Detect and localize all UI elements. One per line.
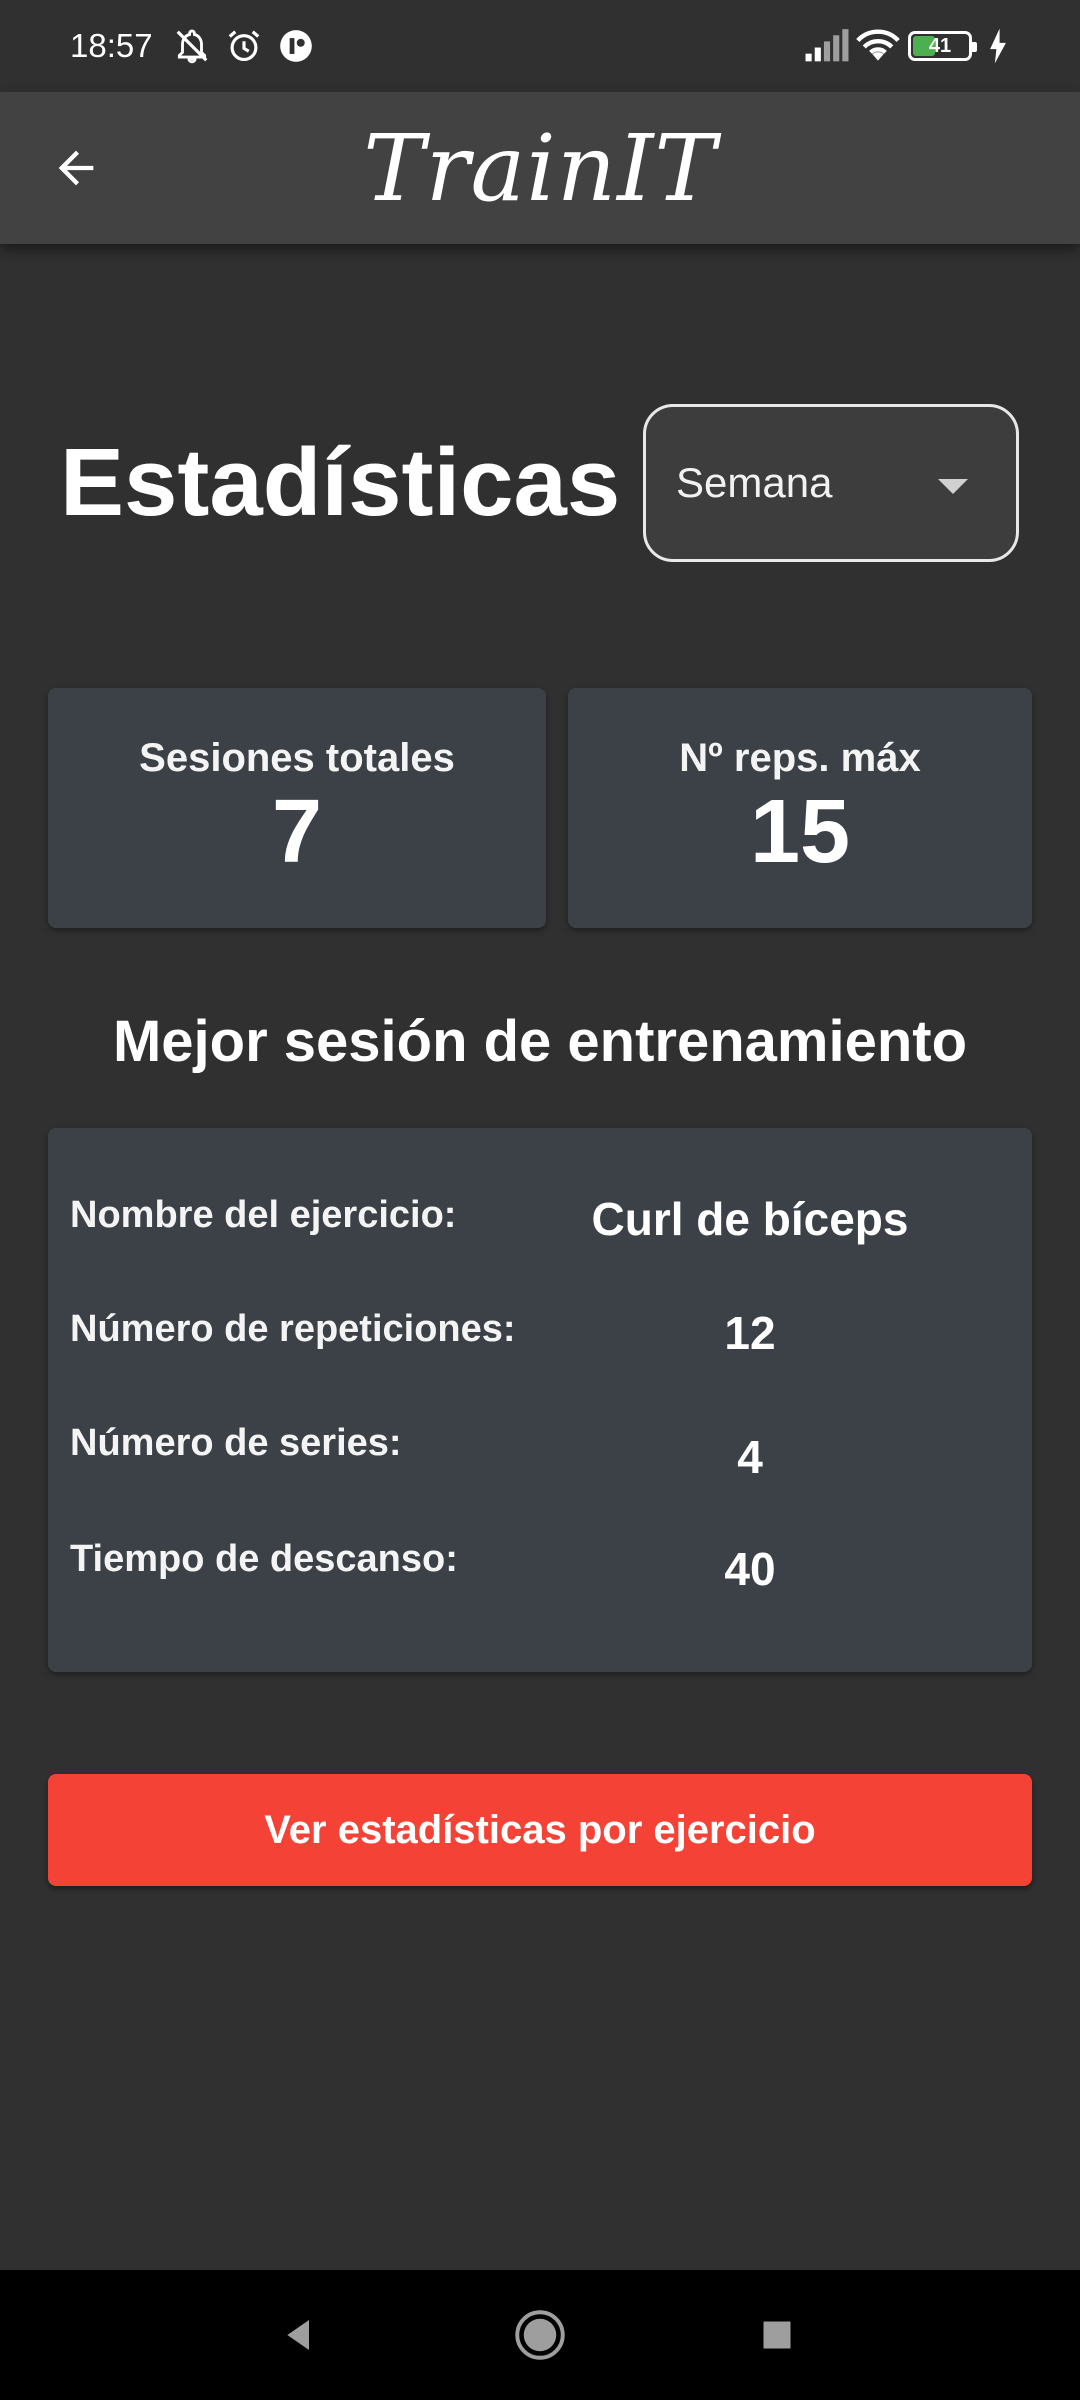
statistics-screen: 18:57 41 TrainIT Estadísticas Semana Ses…: [0, 0, 1080, 2400]
battery-icon: 41: [908, 31, 977, 61]
best-session-card: Nombre del ejercicio: Curl de bíceps Núm…: [48, 1128, 1032, 1672]
max-reps-card: Nº reps. máx 15: [568, 688, 1032, 928]
exercise-name-label: Nombre del ejercicio:: [70, 1194, 457, 1236]
rest-time-row: Tiempo de descanso: 40: [48, 1538, 1032, 1608]
total-sessions-value: 7: [271, 781, 323, 882]
repetitions-row: Número de repeticiones: 12: [48, 1307, 1032, 1378]
max-reps-value: 15: [749, 781, 851, 882]
page-title: Estadísticas: [60, 429, 621, 536]
period-select-value: Semana: [676, 459, 833, 506]
signal-icon: [804, 27, 849, 65]
exercise-stats-button[interactable]: Ver estadísticas por ejercicio: [48, 1774, 1032, 1886]
max-reps-label: Nº reps. máx: [679, 735, 921, 780]
nav-home-button[interactable]: [505, 2300, 575, 2370]
arrow-back-icon: [58, 150, 94, 186]
app-bar: TrainIT: [0, 92, 1080, 244]
exercise-name-row: Nombre del ejercicio: Curl de bíceps: [48, 1193, 1032, 1264]
total-sessions-card: Sesiones totales 7: [48, 688, 546, 928]
series-label: Número de series:: [70, 1422, 402, 1464]
best-session-title: Mejor sesión de entrenamiento: [112, 1009, 968, 1074]
nav-home-icon: [515, 2310, 565, 2360]
app-notification-icon: [277, 27, 315, 65]
period-select[interactable]: Semana: [643, 404, 1019, 562]
charging-icon: [986, 27, 1010, 65]
nav-back-button[interactable]: [264, 2300, 334, 2370]
rest-time-label: Tiempo de descanso:: [70, 1538, 458, 1580]
nav-back-icon: [287, 2320, 309, 2350]
wifi-icon: [856, 27, 900, 65]
rest-time-value: 40: [724, 1543, 776, 1595]
battery-level: 41: [928, 34, 952, 57]
total-sessions-label: Sesiones totales: [139, 735, 455, 780]
status-bar: 18:57 41: [0, 0, 1080, 92]
back-button[interactable]: [46, 138, 106, 198]
repetitions-label: Número de repeticiones:: [70, 1308, 516, 1350]
status-time: 18:57: [70, 27, 153, 64]
status-left: 18:57: [70, 27, 315, 65]
chevron-down-icon: [938, 478, 968, 494]
nav-recents-icon: [763, 2321, 791, 2349]
system-nav-bar: [0, 2270, 1080, 2400]
alarm-icon: [225, 27, 263, 65]
series-value: 4: [737, 1431, 763, 1483]
repetitions-value: 12: [724, 1307, 776, 1359]
notifications-off-icon: [173, 27, 211, 65]
series-row: Número de series: 4: [48, 1422, 1032, 1492]
status-right: 41: [804, 27, 1010, 65]
app-title: TrainIT: [363, 114, 717, 222]
nav-recents-button[interactable]: [742, 2300, 812, 2370]
exercise-name-value: Curl de bíceps: [591, 1193, 909, 1245]
